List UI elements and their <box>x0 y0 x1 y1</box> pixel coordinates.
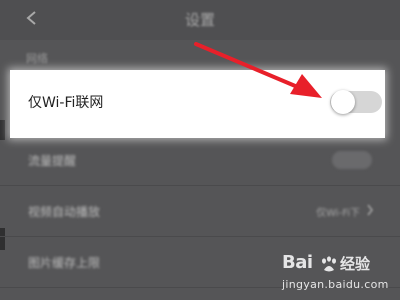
watermark-brand: Bai <box>282 252 313 273</box>
row-label: 图片缓存上限 <box>28 256 101 270</box>
top-bar: 设置 <box>0 0 400 40</box>
watermark-brand-zh: 经验 <box>340 255 371 273</box>
baidu-jingyan-watermark: Bai 经验 jingyan.baidu.com <box>282 252 392 296</box>
row-label: 流量提醒 <box>28 154 77 168</box>
chevron-right-icon <box>367 204 373 216</box>
section-label: 网络 <box>26 52 48 65</box>
baidu-paw-icon <box>322 256 336 272</box>
toggle-knob <box>331 90 355 114</box>
wifi-only-label: 仅Wi-Fi联网 <box>28 95 104 111</box>
settings-row-data-reminder[interactable]: 流量提醒 <box>0 135 400 186</box>
row-toggle[interactable] <box>332 151 372 169</box>
wifi-only-toggle[interactable] <box>330 90 382 114</box>
settings-row-video-autoplay[interactable]: 视频自动播放 仅Wi-Fi下 <box>0 186 400 237</box>
wifi-only-setting-row[interactable]: 仅Wi-Fi联网 <box>10 70 385 138</box>
row-label: 视频自动播放 <box>28 205 101 219</box>
watermark-url: jingyan.baidu.com <box>282 278 389 291</box>
page-title: 设置 <box>184 11 215 29</box>
arrow-left-icon[interactable] <box>22 8 42 28</box>
row-value: 仅Wi-Fi下 <box>316 208 360 219</box>
